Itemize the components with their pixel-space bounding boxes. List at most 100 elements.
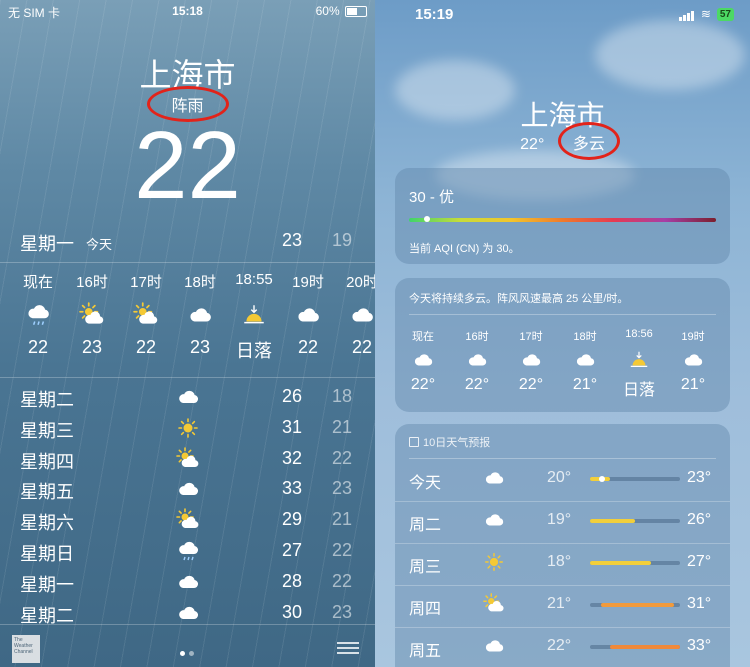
partly-sunny-icon: [174, 446, 202, 472]
status-time: 15:19: [415, 6, 454, 23]
page-indicator[interactable]: [178, 643, 196, 661]
day-name: 周五: [409, 643, 442, 660]
day-high: 31°: [687, 595, 712, 612]
day-low: 21: [332, 509, 353, 530]
day-low: 22: [332, 447, 353, 468]
day-low: 18: [332, 386, 353, 406]
cloud-icon: [451, 344, 503, 376]
day-high: 30: [282, 601, 303, 622]
hourly-item: 19时 22: [280, 271, 336, 358]
day-name: 星期日: [20, 544, 74, 564]
partly-sunny-icon: [118, 293, 174, 337]
forecast-row[interactable]: 周四 21° 31°: [395, 585, 730, 628]
hour-temp: 22°: [464, 376, 490, 393]
cloud-icon: [481, 507, 507, 533]
hour-temp: 21°: [680, 376, 706, 393]
aqi-card[interactable]: 30 - 优 当前 AQI (CN) 为 30。: [395, 168, 730, 264]
daily-row: 星期二 26 18: [0, 382, 375, 412]
cloud-icon: [505, 344, 557, 376]
daily-row: 星期一 28 22: [0, 567, 375, 597]
temp-range-fill: [600, 603, 674, 607]
temp-range-bar: [590, 476, 680, 482]
battery-indicator: 60%: [316, 4, 367, 18]
hour-label: 19时: [292, 274, 324, 291]
today-low: 19: [332, 230, 353, 250]
current-temp: 22: [134, 112, 241, 219]
cloud-icon: [174, 569, 202, 595]
partly-sunny-icon: [174, 507, 202, 533]
day-low: 20°: [547, 469, 572, 486]
hour-label: 18:55: [235, 271, 273, 288]
today-day: 星期一: [20, 234, 74, 254]
temp-range-bar: [590, 603, 680, 607]
hour-label: 18:56: [625, 328, 653, 340]
status-bar: 15:19 ≋ 57: [375, 0, 750, 30]
day-high: 26°: [687, 511, 712, 528]
hourly-item: 现在 22: [10, 271, 66, 358]
current-temp-dot: [598, 476, 605, 482]
forecast-row[interactable]: 周二 19° 26°: [395, 501, 730, 544]
day-high: 27°: [687, 553, 712, 570]
ten-day-card[interactable]: 10日天气预报 今天 20° 23° 周二 19° 26° 周三 18° 27° 周四 21° 31°…: [395, 424, 730, 667]
hourly-item: 18时 23: [172, 271, 228, 358]
hour-temp: 23: [81, 337, 103, 357]
old-weather-screen: 无 SIM 卡 15:18 60% 上海市 阵雨 22 星期一 今天 23 19…: [0, 0, 375, 667]
hourly-card[interactable]: 今天将持续多云。阵风风速最高 25 公里/时。 现在 22° 16时 22° 17时 22…: [395, 278, 730, 412]
hour-label: 20时: [346, 274, 375, 291]
hour-temp: 日落: [236, 341, 272, 361]
day-high: 32: [282, 447, 303, 468]
cloud-icon: [174, 600, 202, 626]
day-name: 周四: [409, 601, 442, 618]
cloud-icon: [559, 344, 611, 376]
hour-temp: 23: [189, 337, 211, 357]
hour-temp: 22°: [518, 376, 544, 393]
hour-temp: 22: [351, 337, 373, 357]
hour-label: 17时: [130, 274, 162, 291]
rain-cloud-icon: [174, 538, 202, 564]
battery-percent: 60%: [315, 4, 340, 18]
forecast-row[interactable]: 今天 20° 23°: [395, 459, 730, 502]
hourly-item: 18时 21°: [559, 328, 611, 394]
day-name: 周二: [409, 517, 442, 534]
hour-label: 19时: [681, 331, 705, 343]
ten-day-title: 10日天气预报: [423, 437, 491, 449]
battery-icon: 57: [716, 7, 734, 21]
hourly-summary: 今天将持续多云。阵风风速最高 25 公里/时。: [409, 293, 629, 305]
hourly-forecast[interactable]: 现在 22 16时 23 17时 22 18时 23 18:55 日落 19时 22 20时 22: [0, 262, 375, 378]
cloud-icon: [172, 293, 228, 337]
day-name: 星期六: [20, 513, 74, 534]
hourly-item: 17时 22°: [505, 328, 557, 394]
day-high: 27: [282, 540, 303, 560]
hour-temp: 日落: [622, 382, 655, 399]
today-label: 今天: [86, 237, 113, 252]
forecast-row[interactable]: 周五 22° 33°: [395, 627, 730, 667]
aqi-description: 当前 AQI (CN) 为 30。: [409, 243, 520, 255]
sunset-icon: [226, 293, 282, 337]
weather-channel-logo[interactable]: The Weather Channel: [12, 635, 40, 663]
hourly-item: 18:55 日落: [226, 271, 282, 363]
forecast-row[interactable]: 周三 18° 27°: [395, 543, 730, 586]
day-low: 21: [332, 416, 353, 437]
day-low: 22: [332, 570, 353, 591]
hourly-item: 18:56 日落: [613, 328, 665, 400]
daily-row: 星期日 27 22: [0, 536, 375, 566]
day-name: 星期三: [20, 420, 74, 441]
today-row: 星期一 今天 23 19: [0, 228, 375, 254]
day-name: 星期五: [20, 482, 74, 503]
day-low: 23: [332, 601, 353, 622]
aqi-scale-bar: [409, 218, 716, 222]
cloud-icon: [667, 344, 719, 376]
day-high: 33°: [687, 637, 712, 654]
hourly-item: 16时 22°: [451, 328, 503, 394]
day-low: 18°: [547, 553, 572, 570]
cloud-icon: [481, 633, 507, 659]
city-list-button[interactable]: [337, 639, 359, 657]
cloud-icon: [280, 293, 336, 337]
rain-cloud-icon: [10, 293, 66, 337]
hour-temp: 22: [27, 337, 49, 357]
day-low: 22°: [547, 637, 572, 654]
today-high: 23: [282, 230, 303, 250]
cloud-icon: [174, 384, 202, 410]
wifi-icon: ≋: [700, 7, 711, 21]
signal-icon: [678, 7, 695, 21]
